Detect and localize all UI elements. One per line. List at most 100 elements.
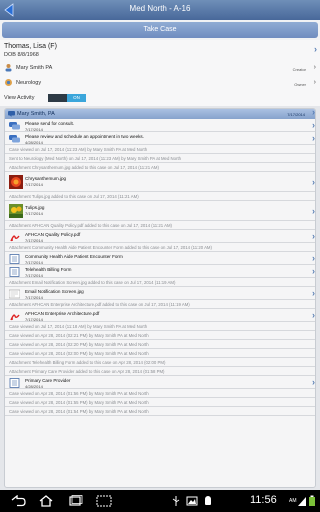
usb-icon: [172, 496, 180, 506]
tulips-thumbnail: [9, 204, 23, 218]
activity-log-entry: Case viewed on Apr 28, 2014 (02:20 PM) b…: [5, 340, 315, 349]
home-icon[interactable]: [38, 495, 54, 507]
form-icon: [9, 377, 20, 388]
chevron-right-icon[interactable]: ›: [312, 377, 315, 387]
item-date: 7/17/2014: [25, 211, 43, 216]
activity-log-text: Attachment Primary Care Provider added t…: [9, 369, 165, 374]
patient-dob: DOB 8/8/1968: [4, 52, 39, 58]
take-case-bar: Take Case: [0, 20, 320, 40]
activity-log-entry: Case viewed on Apr 28, 2014 (02:21 PM) b…: [5, 331, 315, 340]
attachment-item[interactable]: AFHCAN Enterprise Architecture.pdf 7/17/2…: [5, 309, 315, 322]
activity-log-entry: Attachment Tulips.jpg added to this case…: [5, 192, 315, 201]
chevron-right-icon[interactable]: ›: [312, 177, 315, 187]
attachment-item[interactable]: Community Health Aide Patient Encounter …: [5, 252, 315, 265]
chevron-right-icon[interactable]: ›: [312, 231, 315, 241]
message-bubble-icon: [9, 134, 20, 142]
android-icon: [205, 496, 211, 505]
item-date: 7/17/2014: [25, 126, 43, 132]
list-header-author: Mary Smith, PA: [17, 111, 55, 117]
attachment-item[interactable]: Email Notification Screen.jpg 7/17/2014 ›: [5, 287, 315, 300]
pdf-icon: [10, 313, 20, 320]
form-icon: [9, 266, 20, 277]
message-text: Please review and schedule an appointmen…: [25, 134, 144, 139]
list-header[interactable]: Mary Smith, PA 7/17/2014 ›: [5, 109, 315, 119]
form-icon: [9, 253, 20, 264]
attachment-name: AFHCAN Enterprise Architecture.pdf: [25, 311, 100, 316]
attachment-name: AFHCAN Quality Policy.pdf: [25, 232, 81, 237]
specialty-icon: [5, 79, 12, 86]
item-date: 7/17/2014: [25, 272, 43, 278]
chevron-right-icon[interactable]: ›: [312, 206, 315, 216]
activity-list[interactable]: Mary Smith, PA 7/17/2014 › Please send f…: [4, 108, 316, 488]
list-header-date: 7/17/2014: [287, 112, 305, 117]
chevron-right-icon[interactable]: ›: [312, 253, 315, 263]
activity-log-text: Case viewed on Apr 28, 2014 (01:56 PM) b…: [9, 391, 149, 396]
chevron-right-icon[interactable]: ›: [314, 44, 317, 54]
activity-log-text: Attachment Chrysanthemum.jpg added to th…: [9, 165, 159, 170]
back-icon[interactable]: [10, 495, 26, 507]
item-date: 7/17/2014: [25, 294, 43, 300]
take-case-button[interactable]: Take Case: [2, 22, 318, 38]
clock-time: 11:56: [250, 494, 277, 506]
activity-log-entry: Case viewed on Jul 17, 2014 (11:23 AM) b…: [5, 145, 315, 154]
activity-log-entry: Attachment Telehealth Billing Form added…: [5, 358, 315, 367]
toggle-on-state: ON: [67, 94, 86, 102]
activity-log-text: Attachment Telehealth Billing Form added…: [9, 360, 166, 365]
chevron-right-icon[interactable]: ›: [312, 266, 315, 276]
chevron-right-icon[interactable]: ›: [312, 109, 315, 117]
activity-log-text: Case viewed on Jul 17, 2014 (11:18 AM) b…: [9, 324, 148, 329]
view-activity-label: View Activity: [4, 95, 35, 101]
specialty-arrow-icon[interactable]: ›: [314, 79, 316, 86]
message-bubble-icon: [9, 121, 20, 129]
creator-arrow-icon[interactable]: ›: [314, 64, 316, 71]
activity-log-entry: Attachment Chrysanthemum.jpg added to th…: [5, 163, 315, 172]
activity-log-entry: Attachment AFHCAN Quality Policy.pdf add…: [5, 221, 315, 230]
creator-role: Creator: [292, 67, 306, 72]
signal-icon: [298, 497, 306, 506]
activity-log-text: Case viewed on Apr 28, 2014 (02:00 PM) b…: [9, 351, 149, 356]
activity-log-text: Case viewed on Apr 28, 2014 (02:20 PM) b…: [9, 342, 149, 347]
attachment-item[interactable]: Chrysanthemum.jpg 7/17/2014 ›: [5, 172, 315, 192]
user-icon: [5, 64, 12, 72]
chevron-right-icon[interactable]: ›: [312, 288, 315, 298]
image-icon: [186, 496, 198, 506]
activity-log-entry: Case viewed on Apr 28, 2014 (01:54 PM) b…: [5, 407, 315, 416]
screenshot-thumbnail-icon: [9, 289, 20, 298]
view-activity-toggle[interactable]: ON: [48, 94, 86, 102]
battery-icon: [309, 495, 315, 506]
activity-log-entry: Case viewed on Apr 28, 2014 (02:00 PM) b…: [5, 349, 315, 358]
specialty-name: Neurology: [16, 80, 42, 86]
patient-name: Thomas, Lisa (F): [4, 43, 57, 50]
message-item[interactable]: Please review and schedule an appointmen…: [5, 132, 315, 145]
activity-log-text: Case viewed on Jul 17, 2014 (11:23 AM) b…: [9, 147, 148, 152]
message-icon: [8, 111, 15, 117]
attachment-name: Community Health Aide Patient Encounter …: [25, 254, 123, 259]
message-item[interactable]: Please send for consult. 7/17/2014 ›: [5, 119, 315, 132]
item-date: 7/17/2014: [25, 316, 43, 322]
activity-log-entry: Attachment Primary Care Provider added t…: [5, 367, 315, 376]
specialty-role: Owner: [294, 82, 306, 87]
attachment-item[interactable]: Telehealth Billing Form 7/17/2014 ›: [5, 265, 315, 278]
attachment-item[interactable]: Primary Care Provider 4/28/2014 ›: [5, 376, 315, 389]
item-date: 4/28/2014: [25, 139, 43, 145]
chevron-right-icon[interactable]: ›: [312, 120, 315, 130]
activity-log-entry: Case viewed on Apr 28, 2014 (01:56 PM) b…: [5, 389, 315, 398]
activity-log-text: Case viewed on Apr 28, 2014 (02:21 PM) b…: [9, 333, 149, 338]
item-date: 7/17/2014: [25, 259, 43, 265]
activity-log-entry: Case viewed on Jul 17, 2014 (11:18 AM) b…: [5, 322, 315, 331]
activity-log-entry: Attachment AFHCAN Enterprise Architectur…: [5, 300, 315, 309]
recent-apps-icon[interactable]: [68, 495, 84, 507]
attachment-item[interactable]: Tulips.jpg 7/17/2014 ›: [5, 201, 315, 221]
chevron-right-icon[interactable]: ›: [312, 133, 315, 143]
pdf-icon: [10, 234, 20, 241]
system-bar: 11:56 AM: [0, 490, 320, 512]
attachment-name: Tulips.jpg: [25, 205, 45, 210]
attachment-item[interactable]: AFHCAN Quality Policy.pdf 7/17/2014 ›: [5, 230, 315, 243]
chevron-right-icon[interactable]: ›: [312, 310, 315, 320]
activity-log-text: Attachment AFHCAN Enterprise Architectur…: [9, 302, 190, 307]
screenshot-icon[interactable]: [96, 495, 112, 507]
activity-log-text: Attachment Community Health Aide Patient…: [9, 245, 212, 250]
activity-log-text: Attachment AFHCAN Quality Policy.pdf add…: [9, 223, 172, 228]
activity-log-entry: Attachment Community Health Aide Patient…: [5, 243, 315, 252]
activity-log-text: Case viewed on Apr 28, 2014 (01:55 PM) b…: [9, 400, 149, 405]
